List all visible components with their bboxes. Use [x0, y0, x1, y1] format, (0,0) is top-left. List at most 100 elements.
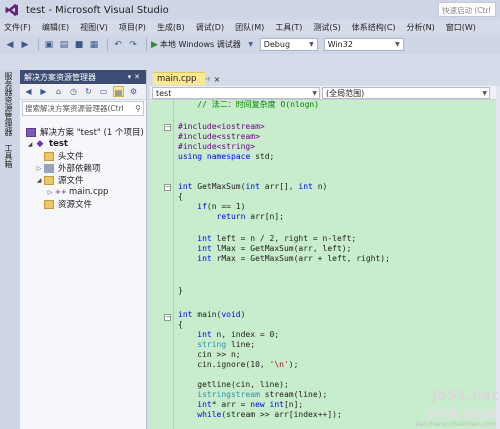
title-bar: test - Microsoft Visual Studio 快速启动 (Ctr…: [0, 0, 500, 20]
start-debugging-button[interactable]: ▶ 本地 Windows 调试器: [151, 39, 241, 50]
menu-architecture[interactable]: 体系结构(C): [352, 22, 396, 33]
code-line: #include<sstream>: [178, 132, 260, 141]
tree-label: 源文件: [58, 176, 84, 186]
new-project-icon[interactable]: ▣: [43, 39, 55, 51]
expanded-arrow-icon[interactable]: ◢: [26, 141, 34, 148]
toolbar-separator: [107, 38, 108, 51]
tree-label: main.cpp: [69, 187, 109, 197]
menu-build[interactable]: 生成(B): [157, 22, 185, 33]
solution-explorer-title: 解决方案资源管理器: [24, 72, 96, 82]
folder-icon: [44, 151, 54, 161]
code-line: string line;: [197, 340, 256, 349]
redo-icon[interactable]: ↷: [127, 39, 139, 51]
home-icon[interactable]: ⌂: [53, 86, 64, 97]
undo-icon[interactable]: ↶: [112, 39, 124, 51]
chevron-down-icon: ▼: [482, 89, 487, 97]
menu-window[interactable]: 窗口(W): [446, 22, 476, 33]
tree-item-main-cpp[interactable]: ▷ ++ main.cpp: [46, 186, 109, 198]
menu-tools[interactable]: 工具(T): [275, 22, 302, 33]
save-icon[interactable]: ■: [73, 39, 85, 51]
tree-item-source-files[interactable]: ◢ 源文件: [35, 174, 84, 186]
toolbox-tab[interactable]: 工具箱: [3, 144, 14, 168]
menu-file[interactable]: 文件(F): [4, 22, 31, 33]
code-line: return arr[n];: [216, 212, 284, 221]
back-icon[interactable]: ◀: [4, 39, 16, 51]
collapsed-arrow-icon[interactable]: ▷: [46, 189, 54, 196]
close-icon[interactable]: ×: [214, 75, 221, 84]
tree-label: 资源文件: [58, 200, 93, 210]
history-icon[interactable]: ◷: [68, 86, 79, 97]
menu-debug[interactable]: 调试(D): [196, 22, 224, 33]
platform-dropdown[interactable]: Win32 ▼: [323, 38, 404, 51]
folder-icon: [44, 175, 54, 185]
server-explorer-tab[interactable]: 服务器资源管理器: [3, 72, 14, 136]
back-icon[interactable]: ◀: [23, 86, 34, 97]
visual-studio-logo-icon: [4, 3, 20, 17]
code-line: #include<iostream>: [178, 122, 265, 131]
menu-edit[interactable]: 编辑(E): [42, 22, 69, 33]
properties-icon[interactable]: ⚙: [128, 86, 139, 97]
tree-label: test: [49, 139, 68, 149]
code-line: if(n == 1): [197, 202, 246, 211]
forward-icon[interactable]: ▶: [19, 39, 31, 51]
code-line: int main(void): [178, 310, 246, 319]
menu-analyze[interactable]: 分析(N): [407, 22, 435, 33]
tree-item-solution[interactable]: 解决方案 "test" (1 个项目): [26, 126, 144, 138]
platform-value: Win32: [327, 40, 353, 49]
chevron-down-icon[interactable]: ▼: [245, 39, 257, 51]
toolbar-separator: [146, 38, 147, 51]
folder-icon: [44, 199, 54, 209]
watermark-domain: jb51.net: [432, 388, 498, 404]
expanded-arrow-icon[interactable]: ◢: [35, 177, 43, 184]
editor-navigation-bar: test ▼ (全局范围) ▼: [150, 86, 500, 100]
tree-item-header-files[interactable]: 头文件: [44, 150, 84, 162]
pin-icon[interactable]: ⊣: [204, 76, 209, 83]
fold-toggle-icon[interactable]: −: [164, 124, 171, 131]
solution-explorer-toolbar: ◀ ▶ ⌂ ◷ ↻ ▭ ▤ ⚙: [20, 84, 146, 100]
code-line: // 法二：时间复杂度 O(nlogn): [178, 100, 320, 109]
member-scope-dropdown[interactable]: (全局范围) ▼: [322, 87, 490, 99]
menu-view[interactable]: 视图(V): [80, 22, 108, 33]
tree-item-resource-files[interactable]: 资源文件: [44, 198, 92, 210]
project-scope-dropdown[interactable]: test ▼: [152, 87, 320, 99]
menu-team[interactable]: 团队(M): [235, 22, 264, 33]
window-title: test - Microsoft Visual Studio: [26, 4, 169, 16]
save-all-icon[interactable]: ▦: [88, 39, 100, 51]
run-label: 本地 Windows 调试器: [159, 40, 241, 49]
search-icon: ⚲: [135, 104, 141, 113]
code-line: }: [178, 286, 183, 295]
tab-main-cpp[interactable]: main.cpp ⊣ ×: [153, 72, 220, 85]
configuration-dropdown[interactable]: Debug ▼: [259, 38, 318, 51]
project-scope-value: test: [156, 88, 172, 98]
code-line: using namespace std;: [178, 152, 275, 161]
collapse-all-icon[interactable]: ▭: [98, 86, 109, 97]
tree-item-external-deps[interactable]: ▷ 外部依赖项: [35, 162, 101, 174]
code-line: int left = n / 2, right = n-left;: [197, 234, 357, 243]
menu-bar: 文件(F) 编辑(E) 视图(V) 项目(P) 生成(B) 调试(D) 团队(M…: [0, 20, 500, 35]
forward-icon[interactable]: ▶: [38, 86, 49, 97]
menu-test[interactable]: 测试(S): [313, 22, 340, 33]
solution-search-input[interactable]: 搜索解决方案资源管理器(Ctrl ⚲: [22, 101, 144, 116]
refresh-icon[interactable]: ↻: [83, 86, 94, 97]
code-line: int GetMaxSum(int arr[], int n): [178, 182, 328, 191]
code-line: int n, index = 0;: [197, 330, 280, 339]
quick-launch-input[interactable]: 快速启动 (Ctrl: [438, 2, 496, 17]
menu-project[interactable]: 项目(P): [119, 22, 146, 33]
tab-label: main.cpp: [157, 74, 197, 84]
project-icon: ◆: [36, 138, 44, 149]
tree-item-project[interactable]: ◢ ◆ test: [26, 138, 68, 150]
open-file-icon[interactable]: ▤: [58, 39, 70, 51]
code-editor[interactable]: − − − // 法二：时间复杂度 O(nlogn) #include<iost…: [150, 100, 500, 429]
watermark-url: jiaocheng.chazidian.com: [415, 420, 496, 428]
play-icon: ▶: [151, 39, 158, 50]
solution-explorer-header: 解决方案资源管理器 ▾✕: [20, 70, 146, 84]
code-line: {: [178, 320, 183, 329]
fold-toggle-icon[interactable]: −: [164, 184, 171, 191]
fold-toggle-icon[interactable]: −: [164, 314, 171, 321]
panel-window-buttons[interactable]: ▾✕: [128, 73, 143, 81]
search-placeholder: 搜索解决方案资源管理器(Ctrl: [25, 104, 124, 113]
show-all-files-icon[interactable]: ▤: [113, 86, 124, 97]
collapsed-arrow-icon[interactable]: ▷: [35, 165, 43, 172]
code-line: #include<string>: [178, 142, 256, 151]
vertical-scrollbar[interactable]: [496, 86, 500, 429]
